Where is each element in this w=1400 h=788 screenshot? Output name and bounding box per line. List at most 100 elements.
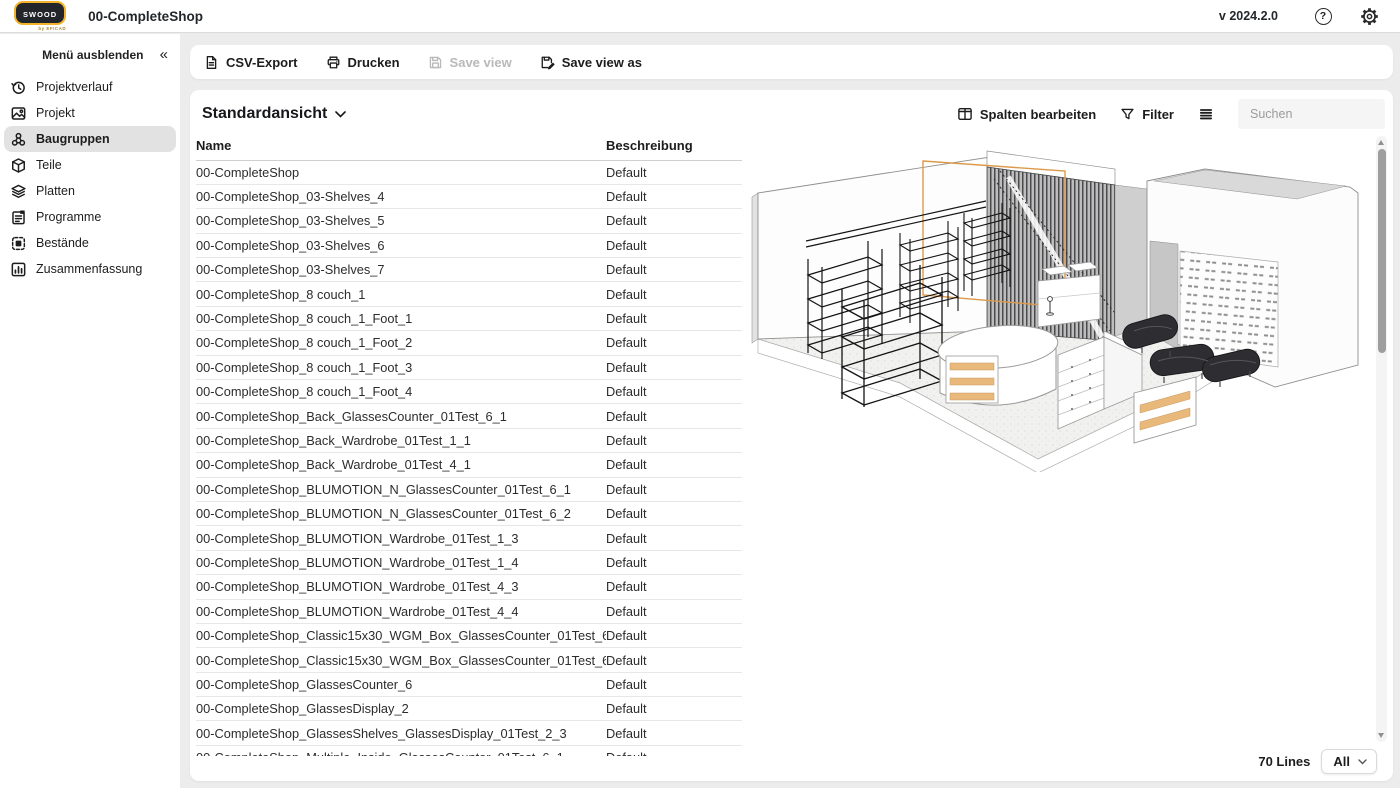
cell-beschreibung[interactable]: Default: [606, 477, 742, 501]
table-row[interactable]: 00-CompleteShop_BLUMOTION_Wardrobe_01Tes…: [196, 599, 742, 623]
cell-name[interactable]: 00-CompleteShop_BLUMOTION_Wardrobe_01Tes…: [196, 575, 606, 599]
cell-name[interactable]: 00-CompleteShop_Classic15x30_WGM_Box_Gla…: [196, 648, 606, 672]
save-view-button[interactable]: Save view: [428, 55, 512, 70]
sidebar-item-baugruppen[interactable]: Baugruppen: [4, 126, 176, 152]
cell-beschreibung[interactable]: Default: [606, 160, 742, 184]
row-density-button[interactable]: [1198, 107, 1214, 122]
table-row[interactable]: 00-CompleteShop_GlassesDisplay_2 Default: [196, 697, 742, 721]
sidebar-item-projektverlauf[interactable]: Projektverlauf: [4, 74, 176, 100]
cell-beschreibung[interactable]: Default: [606, 380, 742, 404]
cell-name[interactable]: 00-CompleteShop_Back_Wardrobe_01Test_4_1: [196, 453, 606, 477]
cell-beschreibung[interactable]: Default: [606, 721, 742, 745]
table-row[interactable]: 00-CompleteShop_Back_GlassesCounter_01Te…: [196, 404, 742, 428]
table-row[interactable]: 00-CompleteShop_GlassesCounter_6 Default: [196, 672, 742, 696]
cell-name[interactable]: 00-CompleteShop_Back_Wardrobe_01Test_1_1: [196, 428, 606, 452]
table-row[interactable]: 00-CompleteShop_8 couch_1_Foot_4 Default: [196, 380, 742, 404]
cell-beschreibung[interactable]: Default: [606, 526, 742, 550]
cell-name[interactable]: 00-CompleteShop_GlassesShelves_GlassesDi…: [196, 721, 606, 745]
table-row[interactable]: 00-CompleteShop_03-Shelves_5 Default: [196, 209, 742, 233]
cell-beschreibung[interactable]: Default: [606, 258, 742, 282]
sidebar-item-bestaende[interactable]: Bestände: [4, 230, 176, 256]
settings-button[interactable]: [1358, 5, 1380, 27]
cell-beschreibung[interactable]: Default: [606, 745, 742, 756]
hide-menu-button[interactable]: Menü ausblenden «: [0, 44, 180, 66]
sidebar-item-teile[interactable]: Teile: [4, 152, 176, 178]
cell-beschreibung[interactable]: Default: [606, 575, 742, 599]
cell-beschreibung[interactable]: Default: [606, 599, 742, 623]
save-view-as-button[interactable]: Save view as: [540, 55, 642, 70]
table-row[interactable]: 00-CompleteShop_BLUMOTION_N_GlassesCount…: [196, 477, 742, 501]
cell-beschreibung[interactable]: Default: [606, 209, 742, 233]
table-row[interactable]: 00-CompleteShop_Back_Wardrobe_01Test_1_1…: [196, 428, 742, 452]
table-row[interactable]: 00-CompleteShop_Multiple_Inside_GlassesC…: [196, 745, 742, 756]
sidebar-item-programme[interactable]: Programme: [4, 204, 176, 230]
vertical-scrollbar[interactable]: [1376, 136, 1387, 742]
cell-name[interactable]: 00-CompleteShop: [196, 160, 606, 184]
table-row[interactable]: 00-CompleteShop_Classic15x30_WGM_Box_Gla…: [196, 623, 742, 647]
scrollbar-thumb[interactable]: [1378, 149, 1386, 353]
edit-columns-button[interactable]: Spalten bearbeiten: [957, 106, 1096, 122]
cell-name[interactable]: 00-CompleteShop_BLUMOTION_N_GlassesCount…: [196, 501, 606, 525]
table-row[interactable]: 00-CompleteShop_8 couch_1 Default: [196, 282, 742, 306]
cell-beschreibung[interactable]: Default: [606, 550, 742, 574]
cell-name[interactable]: 00-CompleteShop_GlassesCounter_6: [196, 672, 606, 696]
csv-export-button[interactable]: CSV-Export: [204, 55, 298, 70]
filter-button[interactable]: Filter: [1120, 107, 1174, 122]
cell-name[interactable]: 00-CompleteShop_03-Shelves_7: [196, 258, 606, 282]
table-row[interactable]: 00-CompleteShop_8 couch_1_Foot_3 Default: [196, 355, 742, 379]
table-row[interactable]: 00-CompleteShop_8 couch_1_Foot_1 Default: [196, 306, 742, 330]
cell-name[interactable]: 00-CompleteShop_8 couch_1_Foot_4: [196, 380, 606, 404]
page-size-select[interactable]: All: [1321, 749, 1377, 774]
cell-beschreibung[interactable]: Default: [606, 672, 742, 696]
table-row[interactable]: 00-CompleteShop_Classic15x30_WGM_Box_Gla…: [196, 648, 742, 672]
scroll-down-arrow[interactable]: [1378, 733, 1384, 738]
view-selector[interactable]: Standardansicht: [202, 105, 346, 123]
cell-beschreibung[interactable]: Default: [606, 648, 742, 672]
cell-name[interactable]: 00-CompleteShop_BLUMOTION_Wardrobe_01Tes…: [196, 526, 606, 550]
cell-name[interactable]: 00-CompleteShop_BLUMOTION_Wardrobe_01Tes…: [196, 599, 606, 623]
sidebar-item-zusammenfassung[interactable]: Zusammenfassung: [4, 256, 176, 282]
cell-beschreibung[interactable]: Default: [606, 184, 742, 208]
print-button[interactable]: Drucken: [326, 55, 400, 70]
table-row[interactable]: 00-CompleteShop_03-Shelves_6 Default: [196, 233, 742, 257]
cell-beschreibung[interactable]: Default: [606, 404, 742, 428]
cell-beschreibung[interactable]: Default: [606, 501, 742, 525]
table-row[interactable]: 00-CompleteShop_8 couch_1_Foot_2 Default: [196, 331, 742, 355]
sidebar-item-platten[interactable]: Platten: [4, 178, 176, 204]
cell-name[interactable]: 00-CompleteShop_8 couch_1_Foot_3: [196, 355, 606, 379]
search-input[interactable]: [1238, 99, 1385, 129]
cell-name[interactable]: 00-CompleteShop_03-Shelves_4: [196, 184, 606, 208]
cell-name[interactable]: 00-CompleteShop_Multiple_Inside_GlassesC…: [196, 745, 606, 756]
cell-beschreibung[interactable]: Default: [606, 306, 742, 330]
cell-beschreibung[interactable]: Default: [606, 697, 742, 721]
cell-beschreibung[interactable]: Default: [606, 331, 742, 355]
table-row[interactable]: 00-CompleteShop_BLUMOTION_Wardrobe_01Tes…: [196, 526, 742, 550]
table-row[interactable]: 00-CompleteShop_GlassesShelves_GlassesDi…: [196, 721, 742, 745]
sidebar-item-projekt[interactable]: Projekt: [4, 100, 176, 126]
cell-name[interactable]: 00-CompleteShop_8 couch_1_Foot_1: [196, 306, 606, 330]
cell-beschreibung[interactable]: Default: [606, 355, 742, 379]
table-row[interactable]: 00-CompleteShop_03-Shelves_4 Default: [196, 184, 742, 208]
table-row[interactable]: 00-CompleteShop_03-Shelves_7 Default: [196, 258, 742, 282]
cell-name[interactable]: 00-CompleteShop_8 couch_1: [196, 282, 606, 306]
cell-beschreibung[interactable]: Default: [606, 623, 742, 647]
cell-name[interactable]: 00-CompleteShop_BLUMOTION_Wardrobe_01Tes…: [196, 550, 606, 574]
help-button[interactable]: ?: [1312, 5, 1334, 27]
table-row[interactable]: 00-CompleteShop_BLUMOTION_Wardrobe_01Tes…: [196, 550, 742, 574]
cell-name[interactable]: 00-CompleteShop_03-Shelves_6: [196, 233, 606, 257]
cell-beschreibung[interactable]: Default: [606, 428, 742, 452]
table-row[interactable]: 00-CompleteShop Default: [196, 160, 742, 184]
cell-name[interactable]: 00-CompleteShop_Classic15x30_WGM_Box_Gla…: [196, 623, 606, 647]
cell-name[interactable]: 00-CompleteShop_GlassesDisplay_2: [196, 697, 606, 721]
table-row[interactable]: 00-CompleteShop_Back_Wardrobe_01Test_4_1…: [196, 453, 742, 477]
table-row[interactable]: 00-CompleteShop_BLUMOTION_Wardrobe_01Tes…: [196, 575, 742, 599]
cell-name[interactable]: 00-CompleteShop_8 couch_1_Foot_2: [196, 331, 606, 355]
cell-name[interactable]: 00-CompleteShop_Back_GlassesCounter_01Te…: [196, 404, 606, 428]
cell-beschreibung[interactable]: Default: [606, 233, 742, 257]
cell-name[interactable]: 00-CompleteShop_03-Shelves_5: [196, 209, 606, 233]
cell-beschreibung[interactable]: Default: [606, 282, 742, 306]
cell-beschreibung[interactable]: Default: [606, 453, 742, 477]
cell-name[interactable]: 00-CompleteShop_BLUMOTION_N_GlassesCount…: [196, 477, 606, 501]
table-row[interactable]: 00-CompleteShop_BLUMOTION_N_GlassesCount…: [196, 501, 742, 525]
scroll-up-arrow[interactable]: [1378, 140, 1384, 145]
